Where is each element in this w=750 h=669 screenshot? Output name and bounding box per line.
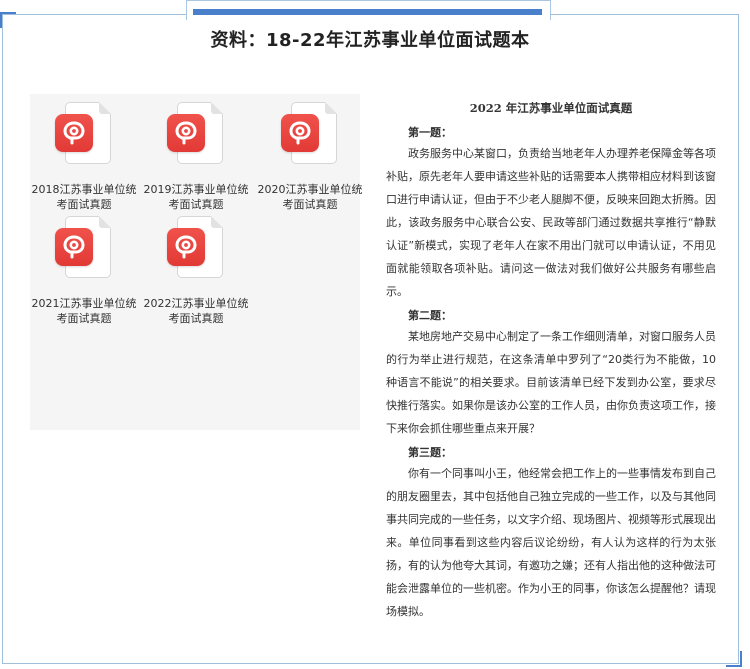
- article-heading: 2022 年江苏事业单位面试真题: [469, 101, 633, 115]
- wps-pdf-icon: [167, 102, 225, 174]
- question-text: 某地房地产交易中心制定了一条工作细则清单，对窗口服务人员的行为举止进行规范，在这…: [386, 330, 716, 435]
- file-name: 2019江苏事业单位统考面试真题: [143, 183, 249, 211]
- question-label: 第三题：: [408, 446, 452, 459]
- file-name: 2022江苏事业单位统考面试真题: [143, 297, 249, 325]
- file-name: 2018江苏事业单位统考面试真题: [31, 183, 137, 211]
- corner-decoration: [726, 651, 742, 667]
- top-tab-decoration: [186, 0, 551, 20]
- page-title: 资料：18-22年江苏事业单位面试题本: [210, 30, 530, 51]
- article-panel: 2022 年江苏事业单位面试真题 第一题： 政务服务中心某窗口，负责给当地老年人…: [386, 100, 716, 623]
- file-name: 2020江苏事业单位统考面试真题: [257, 183, 363, 211]
- question-label: 第一题：: [408, 126, 452, 139]
- wps-pdf-icon: [55, 216, 113, 288]
- file-item[interactable]: 2018江苏事业单位统考面试真题: [30, 102, 138, 212]
- accent-bar: [193, 9, 542, 15]
- question-text: 你有一个同事叫小王，他经常会把工作上的一些事情发布到自己的朋友圈里去，其中包括他…: [386, 467, 716, 618]
- file-name: 2021江苏事业单位统考面试真题: [31, 297, 137, 325]
- file-item[interactable]: 2022江苏事业单位统考面试真题: [142, 216, 250, 326]
- question-label: 第二题：: [408, 309, 452, 322]
- file-item[interactable]: 2019江苏事业单位统考面试真题: [142, 102, 250, 212]
- file-item[interactable]: 2021江苏事业单位统考面试真题: [30, 216, 138, 326]
- wps-pdf-icon: [281, 102, 339, 174]
- wps-pdf-icon: [167, 216, 225, 288]
- file-panel: 2018江苏事业单位统考面试真题 2019江苏事业单位统考面试真题 2020江苏…: [30, 94, 363, 430]
- wps-pdf-icon: [55, 102, 113, 174]
- question-text: 政务服务中心某窗口，负责给当地老年人办理养老保障金等各项补贴，原先老年人要申请这…: [386, 147, 716, 298]
- file-item[interactable]: 2020江苏事业单位统考面试真题: [256, 102, 364, 212]
